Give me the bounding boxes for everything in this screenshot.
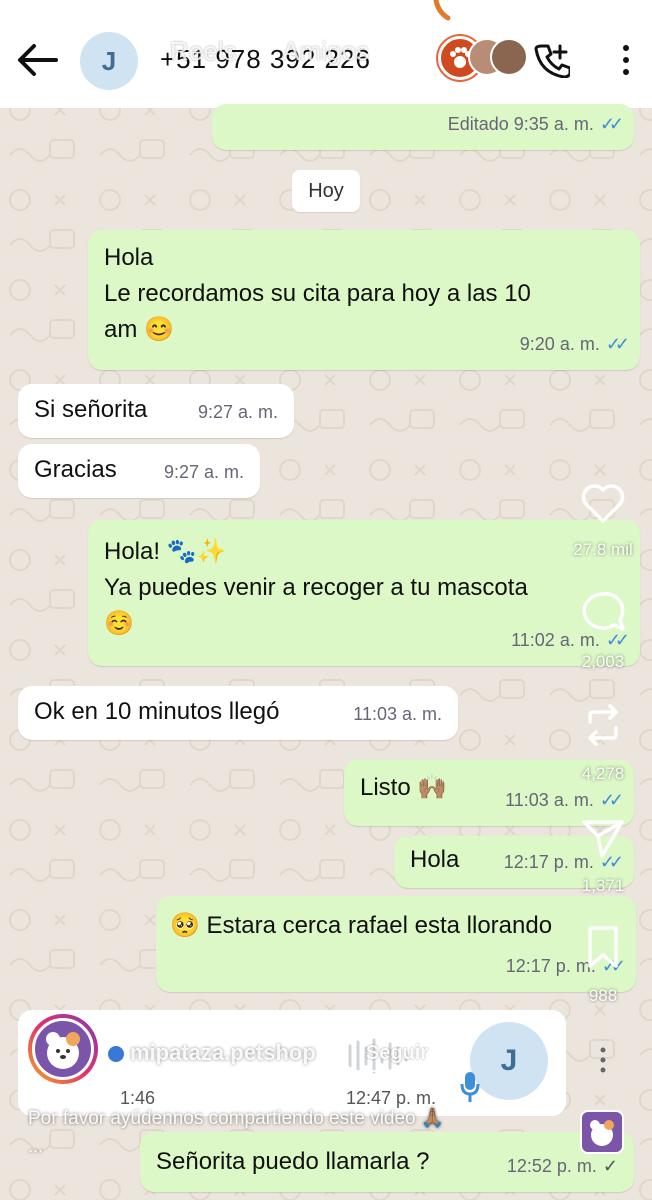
message-text: Ya puedes venir a recoger a tu mascota xyxy=(104,574,528,601)
reel-more-icon[interactable] xyxy=(596,1046,610,1074)
tab-friends[interactable]: Amigos xyxy=(282,36,369,66)
day-separator: Hoy xyxy=(292,170,360,212)
reel-caption-more[interactable]: ... xyxy=(28,1136,43,1157)
comment-icon[interactable] xyxy=(578,588,628,638)
verified-badge-icon xyxy=(108,1046,124,1062)
account-avatar[interactable] xyxy=(28,1014,98,1084)
account-name[interactable]: mipataza.petshop xyxy=(130,1040,316,1066)
call-add-icon[interactable] xyxy=(534,42,570,78)
likes-count: 27.8 mil xyxy=(573,540,633,559)
saves-count: 988 xyxy=(588,986,618,1005)
reels-top-tabs: Reels Amigos xyxy=(170,36,409,67)
message-text: Le recordamos su cita para hoy a las 10 xyxy=(104,280,531,307)
message-bubble-outgoing[interactable]: Hola Le recordamos su cita para hoy a la… xyxy=(88,230,640,370)
friend-avatar[interactable] xyxy=(490,38,528,76)
comments-count: 2,003 xyxy=(581,652,625,671)
message-bubble-incoming[interactable]: Gracias 9:27 a. m. xyxy=(18,444,260,498)
reposts-count: 4,278 xyxy=(581,764,625,783)
reel-caption[interactable]: Por favor ayúdennos compartiendo este vi… xyxy=(28,1106,445,1130)
repost-icon[interactable] xyxy=(578,700,628,750)
audio-thumbnail[interactable] xyxy=(580,1110,624,1154)
back-arrow-icon[interactable] xyxy=(14,40,60,80)
follow-button[interactable]: Seguir xyxy=(346,1030,448,1072)
message-text: Ok en 10 minutos llegó xyxy=(34,698,280,725)
message-text: am 😊 xyxy=(104,316,174,343)
message-bubble-outgoing[interactable]: Editado 9:35 a. m. ✓✓ xyxy=(212,104,634,150)
message-text: Hola xyxy=(410,846,460,873)
message-text: Gracias xyxy=(34,456,117,483)
bookmark-icon[interactable] xyxy=(578,922,628,972)
more-vert-icon[interactable] xyxy=(616,42,636,78)
account-avatar-image xyxy=(32,1018,94,1080)
message-bubble-incoming[interactable]: Ok en 10 minutos llegó 11:03 a. m. xyxy=(18,686,458,740)
message-meta: 9:27 a. m. xyxy=(163,462,244,482)
shares-count: 1,371 xyxy=(581,876,625,895)
message-text: Si señorita xyxy=(34,396,148,423)
message-bubble-outgoing[interactable]: Señorita puedo llamarla ? 12:52 p. m. ✓ xyxy=(140,1132,634,1192)
message-text: Listo 🙌🏽 xyxy=(360,774,448,801)
message-meta: 9:20 a. m. ✓✓ xyxy=(519,334,630,354)
message-meta: 11:03 a. m. xyxy=(353,704,442,724)
contact-avatar[interactable]: J xyxy=(80,32,138,90)
message-text: Hola! 🐾✨ xyxy=(104,538,227,565)
mic-icon xyxy=(460,1072,480,1102)
message-bubble-incoming[interactable]: Si señorita 9:27 a. m. xyxy=(18,384,294,438)
chat-header: J +51 978 392 226 Reels Amigos xyxy=(0,0,652,108)
message-bubble-outgoing[interactable]: 🥺 Estara cerca rafael esta llorando 12:1… xyxy=(156,896,636,992)
heart-icon[interactable] xyxy=(578,478,628,528)
message-text: ☺️ xyxy=(104,610,134,637)
decorative-stroke xyxy=(433,0,451,21)
tab-reels[interactable]: Reels xyxy=(170,36,236,66)
message-text: Hola xyxy=(104,244,154,271)
message-bubble-outgoing[interactable]: Hola! 🐾✨ Ya puedes venir a recoger a tu … xyxy=(88,520,640,666)
send-icon[interactable] xyxy=(578,812,628,862)
message-meta: Editado 9:35 a. m. ✓✓ xyxy=(447,114,624,134)
message-meta: 9:27 a. m. xyxy=(197,402,278,422)
message-text: Señorita puedo llamarla ? xyxy=(156,1148,430,1175)
voice-sender-avatar: J xyxy=(470,1022,548,1100)
message-text: 🥺 Estara cerca rafael esta llorando xyxy=(170,912,553,939)
